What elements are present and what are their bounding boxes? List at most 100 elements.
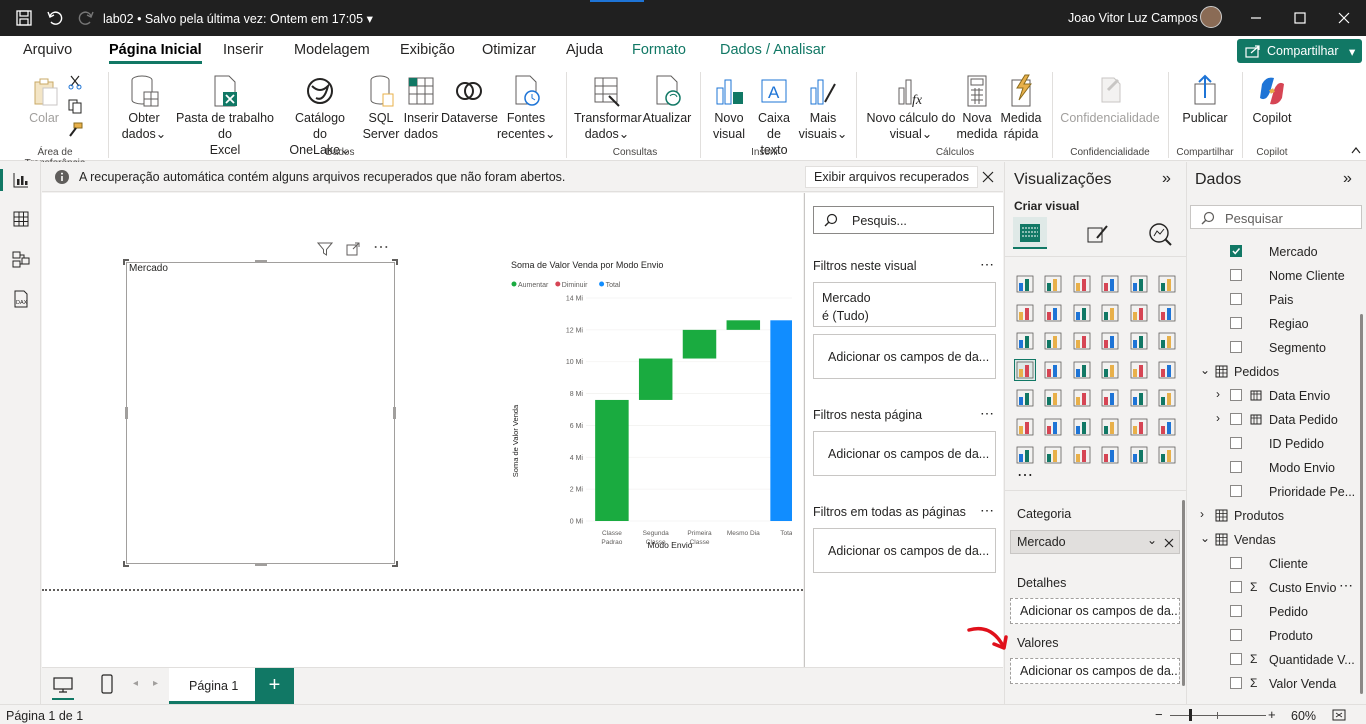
clustered-bar-icon[interactable] — [1072, 274, 1092, 294]
resize-handle[interactable] — [392, 561, 398, 567]
line-column-icon[interactable] — [1129, 303, 1149, 323]
redo-icon[interactable] — [77, 9, 95, 27]
kpi-icon[interactable] — [1043, 388, 1063, 408]
copilot-button[interactable]: Copilot — [1250, 74, 1294, 126]
table-node[interactable]: › Produtos — [1187, 504, 1366, 528]
field-checkbox[interactable] — [1230, 485, 1242, 497]
collapse-ribbon-icon[interactable] — [1350, 145, 1362, 155]
stacked-bar-icon[interactable] — [1015, 274, 1035, 294]
pie-icon[interactable] — [1129, 331, 1149, 351]
power-apps-icon[interactable] — [1043, 445, 1063, 465]
collapse-pane-icon[interactable]: » — [1343, 170, 1352, 188]
more-options-icon[interactable]: ⋯ — [1339, 577, 1353, 594]
format-painter-icon[interactable] — [67, 122, 83, 138]
format-visual-icon[interactable] — [1085, 222, 1109, 246]
filter-icon[interactable] — [317, 241, 333, 257]
copy-icon[interactable] — [67, 98, 83, 114]
save-icon[interactable] — [15, 9, 33, 27]
field-checkbox[interactable] — [1230, 413, 1242, 425]
minimize-icon[interactable] — [1248, 10, 1264, 26]
field-checkbox[interactable] — [1230, 581, 1242, 593]
matrix-icon[interactable] — [1129, 388, 1149, 408]
zoom-slider[interactable] — [1170, 715, 1266, 716]
waterfall-icon[interactable] — [1043, 331, 1063, 351]
paste-button[interactable]: Colar — [22, 74, 66, 126]
field-item[interactable]: Nome Cliente — [1187, 264, 1366, 288]
tab-otimizar[interactable]: Otimizar — [482, 42, 536, 58]
decomposition-tree-icon[interactable] — [1072, 417, 1092, 437]
zoom-out-button[interactable]: − — [1155, 707, 1163, 722]
azure-map-icon[interactable] — [1100, 360, 1120, 380]
desktop-layout-icon[interactable] — [52, 676, 74, 694]
smart-narrative-icon[interactable] — [1129, 417, 1149, 437]
report-canvas[interactable]: ⋯ Mercado Soma de Valor Venda por Modo E… — [42, 193, 803, 667]
add-visual-filter-field[interactable]: Adicionar os campos de da... — [813, 334, 996, 379]
collapse-pane-icon[interactable]: » — [1162, 170, 1171, 188]
values-drop-zone[interactable]: Adicionar os campos de da... — [1010, 658, 1180, 684]
undo-icon[interactable] — [46, 9, 64, 27]
publish-button[interactable]: Publicar — [1180, 74, 1230, 126]
get-data-button[interactable]: Obter dados⌄ — [118, 74, 170, 142]
python-visual-icon[interactable] — [1015, 417, 1035, 437]
recent-sources-button[interactable]: Fontes recentes⌄ — [497, 74, 555, 142]
tab-dados-analisar[interactable]: Dados / Analisar — [720, 42, 826, 58]
details-drop-zone[interactable]: Adicionar os campos de da... — [1010, 598, 1180, 624]
zoom-level[interactable]: 60% — [1291, 709, 1316, 723]
sql-server-button[interactable]: SQL Server — [362, 74, 400, 142]
gauge-icon[interactable] — [1129, 360, 1149, 380]
100-bar-icon[interactable] — [1129, 274, 1149, 294]
diamond-icon-icon[interactable] — [1129, 445, 1149, 465]
fit-to-page-icon[interactable] — [1331, 708, 1347, 722]
field-checkbox[interactable] — [1230, 245, 1242, 257]
new-measure-button[interactable]: Nova medida — [956, 74, 998, 142]
chevron-down-icon[interactable]: ▾ — [367, 12, 373, 26]
field-item[interactable]: › Data Envio — [1187, 384, 1366, 408]
tab-formato[interactable]: Formato — [632, 42, 686, 58]
table-node[interactable]: ⌄ Vendas — [1187, 528, 1366, 552]
line-clustered-icon[interactable] — [1157, 303, 1177, 323]
field-item[interactable]: Cliente — [1187, 552, 1366, 576]
r-visual-icon[interactable] — [1157, 388, 1177, 408]
visual-calculation-button[interactable]: fx Novo cálculo do visual⌄ — [864, 74, 958, 142]
dataverse-button[interactable]: Dataverse — [441, 74, 498, 126]
remove-field-icon[interactable] — [1164, 538, 1174, 548]
arrow-chevron-icon[interactable] — [1157, 445, 1177, 465]
model-view-icon[interactable] — [11, 249, 31, 269]
field-checkbox[interactable] — [1230, 341, 1242, 353]
field-checkbox[interactable] — [1230, 605, 1242, 617]
slicer-visual[interactable]: Mercado — [126, 262, 395, 564]
page-tab-1[interactable]: Página 1 — [169, 668, 255, 704]
paginated-report-icon[interactable] — [1015, 445, 1035, 465]
resize-handle[interactable] — [393, 407, 396, 419]
share-button[interactable]: Compartilhar ▾ — [1237, 39, 1362, 63]
table-icon[interactable] — [1100, 388, 1120, 408]
100-area-icon[interactable] — [1100, 303, 1120, 323]
clustered-column-icon[interactable] — [1100, 274, 1120, 294]
dax-query-icon[interactable]: DAX — [11, 289, 31, 309]
field-checkbox[interactable] — [1230, 653, 1242, 665]
quick-measure-button[interactable]: Medida rápida — [998, 74, 1044, 142]
shape-map-icon[interactable] — [1100, 445, 1120, 465]
field-item[interactable]: Produto — [1187, 624, 1366, 648]
field-item[interactable]: Regiao — [1187, 312, 1366, 336]
tab-modelagem[interactable]: Modelagem — [294, 42, 370, 58]
funnel-icon[interactable] — [1072, 331, 1092, 351]
pane-scrollbar[interactable] — [1182, 500, 1185, 686]
document-title[interactable]: lab02 • Salvo pela última vez: Ontem em … — [103, 11, 373, 26]
add-all-pages-filter-field[interactable]: Adicionar os campos de da... — [813, 528, 996, 573]
power-automate-icon[interactable] — [1072, 445, 1092, 465]
more-options-icon[interactable]: ⋯ — [980, 502, 994, 519]
scroll-left-icon[interactable]: ◂ — [133, 678, 138, 689]
excel-workbook-button[interactable]: Pasta de trabalho do Excel — [170, 74, 280, 158]
chevron-right-icon[interactable]: › — [1200, 507, 1204, 521]
treemap-icon[interactable] — [1014, 358, 1036, 381]
scroll-right-icon[interactable]: ▸ — [153, 678, 158, 689]
refresh-button[interactable]: Atualizar — [641, 74, 693, 126]
tab-pagina-inicial[interactable]: Página Inicial — [109, 42, 202, 64]
table-node[interactable]: ⌄ Pedidos — [1187, 360, 1366, 384]
slicer-icon[interactable] — [1072, 388, 1092, 408]
chevron-down-icon[interactable]: ▾ — [1349, 44, 1355, 59]
tab-exibicao[interactable]: Exibição — [400, 42, 455, 58]
line-icon[interactable] — [1015, 303, 1035, 323]
field-checkbox[interactable] — [1230, 629, 1242, 641]
